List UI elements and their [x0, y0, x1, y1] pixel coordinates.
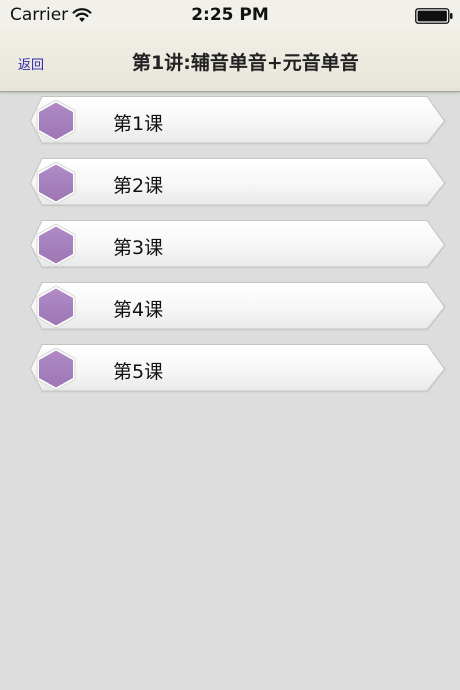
lesson-plate [29, 344, 446, 393]
lesson-item[interactable]: 第3课 [28, 220, 448, 270]
lesson-label: 第2课 [113, 175, 164, 197]
hexagon-icon [36, 99, 76, 143]
navigation-bar: 返回 第1讲:辅音单音+元音单音 [0, 30, 460, 92]
hexagon-icon [36, 347, 76, 391]
lesson-item[interactable]: 第5课 [28, 344, 448, 394]
lesson-plate [29, 220, 446, 269]
status-time: 2:25 PM [191, 5, 269, 25]
lesson-item[interactable]: 第1课 [28, 96, 448, 146]
lesson-item[interactable]: 第4课 [28, 282, 448, 332]
back-button[interactable]: 返回 [18, 54, 44, 73]
hexagon-icon [36, 223, 76, 267]
lesson-label: 第1课 [113, 113, 164, 135]
page-title: 第1讲:辅音单音+元音单音 [132, 52, 359, 74]
hexagon-icon [36, 161, 76, 205]
lesson-plate [29, 282, 446, 331]
lesson-plate [29, 158, 446, 207]
lesson-label: 第3课 [113, 237, 164, 259]
lesson-label: 第4课 [113, 299, 164, 321]
battery-icon [415, 8, 453, 24]
lesson-label: 第5课 [113, 361, 164, 383]
lesson-item[interactable]: 第2课 [28, 158, 448, 208]
lesson-plate [29, 96, 446, 145]
hexagon-icon [36, 285, 76, 329]
status-bar: Carrier 2:25 PM [0, 0, 460, 30]
lesson-list: 第1课 第2课 第3课 第4课 第5课 [28, 96, 450, 406]
